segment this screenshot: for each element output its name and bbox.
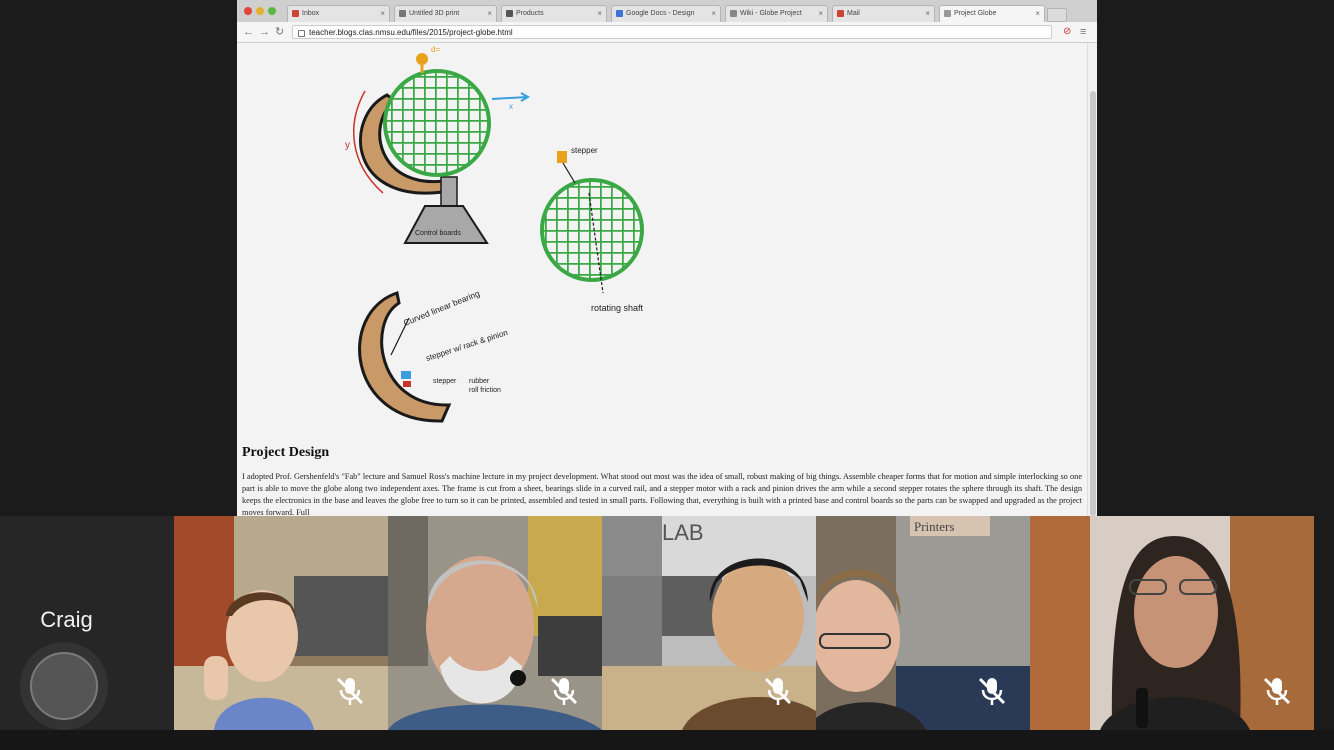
lab-sign: LAB [662,520,704,545]
extension-icon[interactable]: ⊘ [1063,25,1071,39]
new-tab-button[interactable] [1047,8,1067,22]
page-scrollbar[interactable] [1087,43,1097,516]
reload-icon[interactable]: ↻ [275,25,284,39]
back-icon[interactable]: ← [243,25,254,39]
close-tab-icon[interactable]: × [1035,6,1040,22]
tab-label: Mail [847,10,860,17]
label-stepper-small: stepper [433,378,457,385]
favicon-icon [837,10,844,17]
url-text: teacher.blogs.clas.nmsu.edu/files/2015/p… [309,28,513,37]
browser-tab[interactable]: Wiki - Globe Project × [725,5,828,22]
favicon-icon [292,10,299,17]
browser-tab[interactable]: Untitled 3D print × [394,5,497,22]
browser-tab[interactable]: Google Docs - Design × [611,5,721,22]
favicon-icon [506,10,513,17]
page-heading: Project Design [242,445,330,460]
favicon-icon [944,10,951,17]
close-tab-icon[interactable]: × [487,6,492,22]
page-paragraph: I adopted Prof. Gershenfeld's "Fab" lect… [242,472,1082,516]
forward-icon[interactable]: → [259,25,270,39]
tab-label: Products [516,10,544,17]
browser-tab[interactable]: Inbox × [287,5,390,22]
stepper-rack [401,371,411,379]
label-control-boards: Control boards [415,230,461,237]
minimize-window-icon[interactable] [256,7,264,15]
label-curved-bearing: Curved linear bearing [402,288,481,328]
label-y-axis: y [345,140,350,151]
page-info-icon [298,30,305,37]
close-tab-icon[interactable]: × [925,6,930,22]
shared-screen: Inbox × Untitled 3D print × Products × Goog… [237,0,1097,516]
printers-sign: Printers [914,519,954,534]
arm-post [440,176,458,208]
address-bar[interactable]: teacher.blogs.clas.nmsu.edu/files/2015/p… [292,25,1052,39]
label-rotating-shaft: rotating shaft [591,303,644,313]
globe-design-sketch: Control boards d= x y stepper rotating s… [345,45,644,423]
browser-tab-active[interactable]: Project Globe × [939,5,1045,22]
tab-label: Untitled 3D print [409,10,460,17]
label-roll-friction: roll friction [469,387,501,394]
tab-label: Wiki - Globe Project [740,10,802,17]
call-bottom-bar [0,730,1334,750]
tab-label: Inbox [302,10,320,17]
browser-tab[interactable]: Products × [501,5,607,22]
muted-mic-icon [336,677,364,705]
tab-label: Google Docs - Design [626,10,695,17]
favicon-icon [730,10,737,17]
maximize-window-icon[interactable] [268,7,276,15]
muted-mic-icon [764,677,792,705]
scrollbar-thumb[interactable] [1090,91,1096,516]
self-name: Craig [40,607,93,632]
gear-icon [416,53,428,65]
muted-mic-icon [978,677,1006,705]
close-tab-icon[interactable]: × [818,6,823,22]
close-tab-icon[interactable]: × [597,6,602,22]
tab-label: Project Globe [954,10,997,17]
label-gear: d= [431,45,440,54]
browser-tab-bar: Inbox × Untitled 3D print × Products × Goog… [237,0,1097,23]
label-stepper-rack: stepper w/ rack & pinion [425,328,509,363]
standalone-globe [540,178,644,282]
label-x-axis: x [509,102,513,111]
avatar[interactable] [30,652,98,720]
favicon-icon [616,10,623,17]
globe-sphere [383,69,491,177]
label-rubber: rubber [469,378,490,385]
close-tab-icon[interactable]: × [711,6,716,22]
label-stepper: stepper [571,146,598,155]
browser-tab[interactable]: Mail × [832,5,935,22]
close-tab-icon[interactable]: × [380,6,385,22]
small-stepper [403,381,411,387]
favicon-icon [399,10,406,17]
close-window-icon[interactable] [244,7,252,15]
muted-mic-icon [550,677,578,705]
browser-menu-icon[interactable]: ≡ [1080,25,1086,39]
muted-mic-icon [1263,677,1291,705]
web-page: Control boards d= x y stepper rotating s… [237,43,1087,516]
browser-toolbar: ← → ↻ teacher.blogs.clas.nmsu.edu/files/… [237,22,1097,43]
globe-base [403,205,489,244]
stepper-motor [557,151,567,163]
arrow-x [491,96,528,100]
